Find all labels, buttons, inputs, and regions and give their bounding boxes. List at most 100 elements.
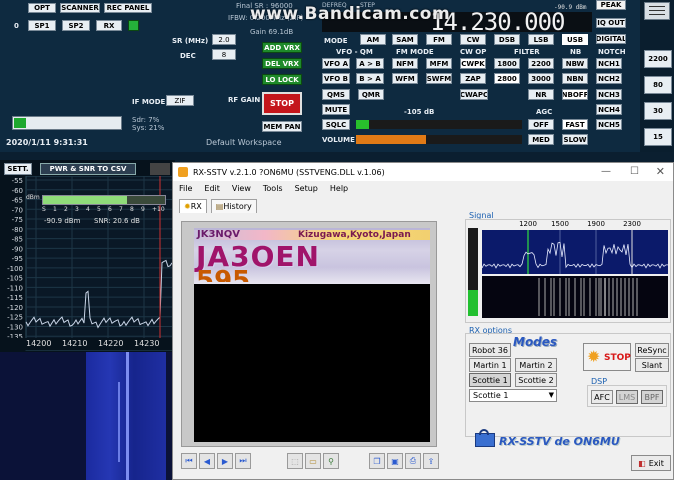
- sp2-button[interactable]: SP2: [62, 20, 90, 31]
- chevron-down-icon[interactable]: ▼: [549, 391, 554, 399]
- rec-panel-button[interactable]: REC PANEL: [104, 3, 152, 13]
- afc-button[interactable]: AFC: [591, 390, 613, 404]
- cwpk-button[interactable]: CWPK: [460, 58, 486, 69]
- dec-value[interactable]: 8: [212, 49, 236, 60]
- b-to-a-button[interactable]: B > A: [356, 73, 384, 84]
- zap-button[interactable]: ZAP: [460, 73, 486, 84]
- slant-button[interactable]: Slant: [635, 358, 669, 372]
- nbn-button[interactable]: NBN: [562, 73, 588, 84]
- peak-button[interactable]: PEAK: [596, 0, 626, 10]
- nch4-button[interactable]: NCH4: [596, 104, 622, 115]
- right-value-2200[interactable]: 2200: [644, 50, 672, 68]
- resync-button[interactable]: ReSync: [635, 343, 669, 357]
- nch2-button[interactable]: NCH2: [596, 73, 622, 84]
- mem-pan-button[interactable]: MEM PAN: [262, 121, 302, 132]
- filter-2800-button[interactable]: 2800: [494, 73, 520, 84]
- volume-slider[interactable]: [356, 135, 522, 144]
- spectrum-extra-button[interactable]: [150, 163, 170, 175]
- lms-button[interactable]: LMS: [616, 390, 638, 404]
- squelch-slider[interactable]: [356, 120, 522, 129]
- menu-edit[interactable]: Edit: [204, 184, 220, 193]
- close-icon[interactable]: ✕: [656, 165, 665, 178]
- mode-cw-button[interactable]: CW: [460, 34, 486, 45]
- export-icon[interactable]: ⇪: [423, 453, 439, 469]
- nboff-button[interactable]: NBOFF: [562, 89, 588, 100]
- iq-out-button[interactable]: IQ OUT: [596, 18, 626, 28]
- rxsstv-stop-button[interactable]: ✹ STOP: [583, 343, 631, 371]
- cwapc-button[interactable]: CWAPC: [460, 89, 488, 100]
- a-to-b-button[interactable]: A > B: [356, 58, 384, 69]
- menu-file[interactable]: File: [179, 184, 192, 193]
- tab-history[interactable]: ▤History: [210, 199, 257, 213]
- menu-help[interactable]: Help: [330, 184, 348, 193]
- mode-scottie2-button[interactable]: Scottie 2: [515, 373, 557, 387]
- del-vrx-button[interactable]: DEL VRX: [262, 58, 302, 69]
- prev-icon[interactable]: ◀: [199, 453, 215, 469]
- last-icon[interactable]: ⏭: [235, 453, 251, 469]
- agc-med-button[interactable]: MED: [528, 134, 554, 145]
- sp1-button[interactable]: SP1: [28, 20, 56, 31]
- print-icon[interactable]: ⎙: [405, 453, 421, 469]
- waterfall[interactable]: [0, 352, 175, 480]
- tab-rx[interactable]: ✹RX: [179, 199, 207, 213]
- mode-scottie1-button[interactable]: Scottie 1: [469, 373, 511, 387]
- opt-button[interactable]: OPT: [28, 3, 56, 13]
- grid-icon[interactable]: [644, 2, 670, 20]
- nch1-button[interactable]: NCH1: [596, 58, 622, 69]
- maximize-icon[interactable]: ☐: [630, 166, 639, 177]
- add-vrx-button[interactable]: ADD VRX: [262, 42, 302, 53]
- filter-3000-button[interactable]: 3000: [528, 73, 554, 84]
- mfm-button[interactable]: MFM: [426, 58, 452, 69]
- mode-robot36-button[interactable]: Robot 36: [469, 343, 511, 357]
- scanner-button[interactable]: SCANNER: [60, 3, 100, 13]
- save-icon[interactable]: ▣: [387, 453, 403, 469]
- sstv-image[interactable]: JK3NQV Kizugawa,Kyoto,Japan JA3OEN 595: [194, 228, 430, 442]
- mode-am-button[interactable]: AM: [360, 34, 386, 45]
- mute-button[interactable]: MUTE: [322, 104, 350, 115]
- sqlc-button[interactable]: SQLC: [322, 119, 350, 130]
- vfo-b-button[interactable]: VFO B: [322, 73, 350, 84]
- rx-indicator[interactable]: [128, 20, 139, 31]
- nch5-button[interactable]: NCH5: [596, 119, 622, 130]
- agc-slow-button[interactable]: SLOW: [562, 134, 588, 145]
- next-icon[interactable]: ▶: [217, 453, 233, 469]
- nr-button[interactable]: NR: [528, 89, 554, 100]
- nbw-button[interactable]: NBW: [562, 58, 588, 69]
- pwr-csv-button[interactable]: PWR & SNR TO CSV: [40, 163, 136, 175]
- menu-view[interactable]: View: [232, 184, 251, 193]
- mode-sam-button[interactable]: SAM: [392, 34, 418, 45]
- right-value-30[interactable]: 30: [644, 102, 672, 120]
- signal-spectrum[interactable]: 1200 1500 1900 2300: [482, 220, 670, 320]
- menu-tools[interactable]: Tools: [263, 184, 283, 193]
- mode-lsb-button[interactable]: LSB: [528, 34, 554, 45]
- agc-fast-button[interactable]: FAST: [562, 119, 588, 130]
- rxsstv-titlebar[interactable]: RX-SSTV v.2.1.0 ?ON6MU (SSTVENG.DLL v.1.…: [173, 163, 673, 181]
- exit-button[interactable]: ◧ Exit: [631, 455, 671, 471]
- if-mode-value[interactable]: ZIF: [166, 95, 194, 106]
- swfm-button[interactable]: SWFM: [426, 73, 452, 84]
- menu-setup[interactable]: Setup: [295, 184, 318, 193]
- filter-2200-button[interactable]: 2200: [528, 58, 554, 69]
- mode-dsb-button[interactable]: DSB: [494, 34, 520, 45]
- open-folder-icon[interactable]: ▭: [305, 453, 321, 469]
- right-value-80[interactable]: 80: [644, 76, 672, 94]
- mode-select[interactable]: Scottie 1 ▼: [469, 389, 557, 402]
- mode-usb-button[interactable]: USB: [562, 34, 588, 45]
- nfm-button[interactable]: NFM: [392, 58, 418, 69]
- wfm-button[interactable]: WFM: [392, 73, 418, 84]
- qms-button[interactable]: QMS: [322, 89, 350, 100]
- lo-lock-button[interactable]: LO LOCK: [262, 74, 302, 85]
- sdr-stop-button[interactable]: STOP: [262, 92, 302, 115]
- copy-icon[interactable]: ❐: [369, 453, 385, 469]
- sr-value[interactable]: 2.0: [212, 34, 236, 45]
- first-icon[interactable]: ⏮: [181, 453, 197, 469]
- vfo-a-button[interactable]: VFO A: [322, 58, 350, 69]
- qmr-button[interactable]: QMR: [358, 89, 384, 100]
- zoom-icon[interactable]: ⚲: [323, 453, 339, 469]
- minimize-icon[interactable]: —: [601, 166, 611, 177]
- digital-button[interactable]: DIGITAL: [596, 34, 626, 44]
- mode-fm-button[interactable]: FM: [426, 34, 452, 45]
- filter-1800-button[interactable]: 1800: [494, 58, 520, 69]
- sett-button[interactable]: SETT.: [4, 163, 32, 175]
- right-value-15[interactable]: 15: [644, 128, 672, 146]
